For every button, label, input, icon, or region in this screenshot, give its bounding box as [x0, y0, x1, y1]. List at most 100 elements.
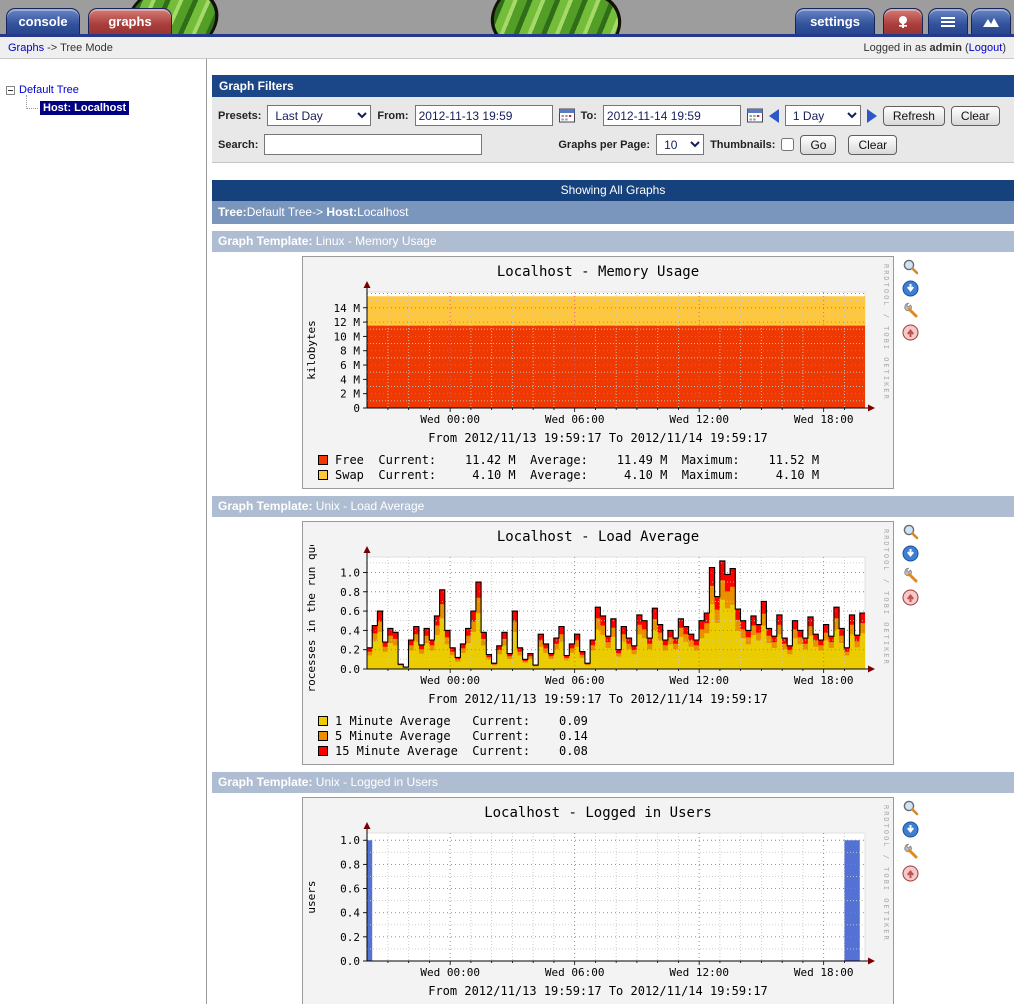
csv-export-icon[interactable]	[902, 821, 919, 838]
svg-text:0.6: 0.6	[340, 605, 360, 618]
csv-export-icon[interactable]	[902, 545, 919, 562]
template-value: Unix - Logged in Users	[312, 775, 437, 789]
graph-actions	[902, 797, 919, 1004]
zoom-graph-icon[interactable]	[902, 799, 919, 816]
tab-list-view[interactable]	[928, 8, 968, 35]
svg-text:Wed 00:00: Wed 00:00	[420, 966, 480, 979]
graphs-per-page-select[interactable]: 10	[656, 134, 704, 155]
svg-text:Wed 18:00: Wed 18:00	[794, 413, 854, 426]
template-label: Graph Template:	[218, 499, 312, 513]
svg-text:Wed 12:00: Wed 12:00	[669, 674, 729, 687]
graph-source-icon[interactable]	[902, 302, 919, 319]
tab-tree-view[interactable]	[883, 8, 923, 35]
to-date-input[interactable]	[603, 105, 741, 126]
graph-actions	[902, 256, 919, 489]
page-top-icon[interactable]	[902, 589, 919, 606]
calendar-icon[interactable]	[559, 108, 575, 123]
search-label: Search:	[218, 139, 258, 151]
tree-view-icon	[896, 17, 910, 32]
svg-text:kilobytes: kilobytes	[305, 320, 318, 380]
breadcrumb-bar: Graphs -> Tree Mode Logged in as admin (…	[0, 37, 1014, 59]
legend-text: 5 Minute Average Current: 0.14	[335, 729, 588, 743]
svg-text:0.2: 0.2	[340, 644, 360, 657]
svg-text:processes in the run queue: processes in the run queue	[305, 545, 318, 691]
graph-legend: Free Current: 11.42 M Average: 11.49 M M…	[318, 452, 893, 482]
page-top-icon[interactable]	[902, 324, 919, 341]
tree-path-bar: Tree:Default Tree-> Host:Localhost	[212, 201, 1014, 224]
login-status: Logged in as admin (Logout)	[863, 42, 1006, 54]
refresh-button[interactable]: Refresh	[883, 106, 945, 126]
page-top-icon[interactable]	[902, 865, 919, 882]
tab-preview-view[interactable]	[971, 8, 1011, 35]
graph-panel-memory: Localhost - Memory Usage 02 M4 M6 M8 M10…	[302, 256, 1014, 489]
svg-text:1.0: 1.0	[340, 566, 360, 579]
sidebar-item-host-localhost[interactable]: Host: Localhost	[40, 101, 129, 115]
clear-search-button[interactable]: Clear	[848, 135, 897, 155]
svg-text:Wed 12:00: Wed 12:00	[669, 966, 729, 979]
svg-text:0: 0	[353, 402, 360, 415]
svg-text:8 M: 8 M	[340, 345, 360, 358]
preview-view-icon	[982, 17, 1000, 32]
graph-source-icon[interactable]	[902, 843, 919, 860]
graph-legend: 1 Minute Average Current: 0.09 5 Minute …	[318, 713, 893, 758]
tree-collapse-icon[interactable]	[6, 86, 15, 95]
csv-export-icon[interactable]	[902, 280, 919, 297]
tab-console[interactable]: console	[6, 8, 80, 35]
memory-usage-chart[interactable]: 02 M4 M6 M8 M10 M12 M14 MWed 00:00Wed 06…	[303, 280, 891, 430]
thumbnails-checkbox[interactable]	[781, 138, 794, 151]
calendar-icon[interactable]	[747, 108, 763, 123]
login-prefix: Logged in as	[863, 42, 929, 54]
breadcrumb-graphs-link[interactable]: Graphs	[8, 42, 44, 54]
legend-text: 15 Minute Average Current: 0.08	[335, 744, 588, 758]
header-divider	[0, 34, 1014, 37]
shift-left-icon[interactable]	[769, 109, 779, 123]
svg-text:0.4: 0.4	[340, 907, 360, 920]
clear-button[interactable]: Clear	[951, 106, 1000, 126]
logged-in-users-chart[interactable]: 0.00.20.40.60.81.0Wed 00:00Wed 06:00Wed …	[303, 821, 891, 983]
zoom-graph-icon[interactable]	[902, 523, 919, 540]
graph-filters-title: Graph Filters	[212, 75, 1014, 97]
tab-graphs[interactable]: graphs	[88, 8, 172, 35]
svg-text:0.2: 0.2	[340, 931, 360, 944]
svg-text:10 M: 10 M	[334, 330, 361, 343]
svg-text:Wed 06:00: Wed 06:00	[545, 674, 605, 687]
breadcrumb-rest: -> Tree Mode	[47, 42, 113, 54]
tab-settings[interactable]: settings	[795, 8, 875, 35]
presets-label: Presets:	[218, 110, 261, 122]
shift-right-icon[interactable]	[867, 109, 877, 123]
svg-text:Wed 00:00: Wed 00:00	[420, 674, 480, 687]
showing-all-graphs-bar: Showing All Graphs	[212, 180, 1014, 201]
graph-date-range: From 2012/11/13 19:59:17 To 2012/11/14 1…	[303, 692, 893, 706]
search-input[interactable]	[264, 134, 482, 155]
graph-panel-users: Localhost - Logged in Users 0.00.20.40.6…	[302, 797, 1014, 1004]
paren: )	[1002, 42, 1006, 54]
tree-path-value: Default Tree	[247, 205, 312, 219]
rrdtool-watermark: RRDTOOL / TOBI OETIKER	[882, 529, 890, 666]
load-average-chart[interactable]: 0.00.20.40.60.81.0Wed 00:00Wed 06:00Wed …	[303, 545, 891, 691]
to-label: To:	[581, 110, 597, 122]
svg-text:0.4: 0.4	[340, 624, 360, 637]
from-label: From:	[377, 110, 408, 122]
range-select[interactable]: 1 Day	[785, 105, 861, 126]
tree-path-label: Tree:	[218, 205, 247, 219]
svg-text:Wed 18:00: Wed 18:00	[794, 966, 854, 979]
graph-source-icon[interactable]	[902, 567, 919, 584]
svg-text:users: users	[305, 880, 318, 913]
host-path-label: Host:	[326, 205, 357, 219]
svg-text:0.8: 0.8	[340, 858, 360, 871]
zoom-graph-icon[interactable]	[902, 258, 919, 275]
svg-text:4 M: 4 M	[340, 373, 360, 386]
from-date-input[interactable]	[415, 105, 553, 126]
graph-actions	[902, 521, 919, 765]
graph-image[interactable]: Localhost - Load Average 0.00.20.40.60.8…	[302, 521, 894, 765]
svg-text:0.8: 0.8	[340, 586, 360, 599]
graph-image[interactable]: Localhost - Memory Usage 02 M4 M6 M8 M10…	[302, 256, 894, 489]
logout-link[interactable]: Logout	[969, 42, 1003, 54]
template-label: Graph Template:	[218, 775, 312, 789]
paren: (	[962, 42, 969, 54]
rrdtool-watermark: RRDTOOL / TOBI OETIKER	[882, 264, 890, 401]
go-button[interactable]: Go	[800, 135, 836, 155]
list-view-icon	[940, 17, 956, 32]
graph-image[interactable]: Localhost - Logged in Users 0.00.20.40.6…	[302, 797, 894, 1004]
presets-select[interactable]: Last Day	[267, 105, 371, 126]
